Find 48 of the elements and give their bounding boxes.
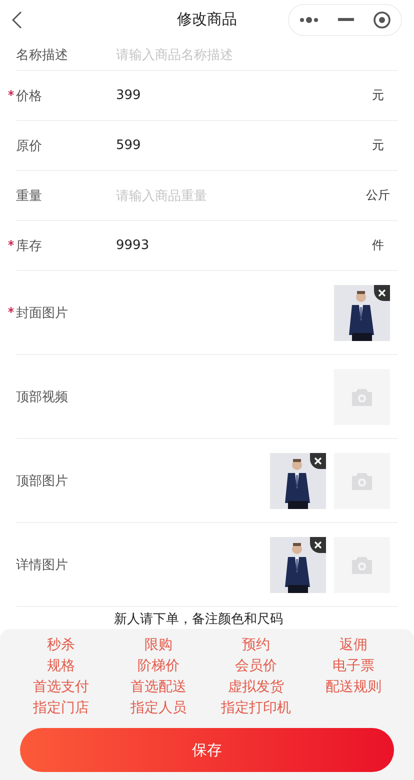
option-link[interactable]: 返佣	[304, 635, 402, 655]
option-link[interactable]: 首选支付	[12, 677, 110, 697]
option-link[interactable]: 会员价	[207, 656, 304, 676]
input-field[interactable]: 请输入商品名称描述	[116, 46, 398, 64]
option-link[interactable]: 指定人员	[110, 698, 207, 718]
page-title: 修改商品	[177, 10, 237, 29]
field-label: 价格	[16, 88, 42, 104]
input-field[interactable]: 9993	[116, 238, 358, 253]
option-link[interactable]: 指定打印机	[207, 698, 304, 718]
option-link[interactable]: 配送规则	[304, 677, 402, 697]
input-field[interactable]: 399	[116, 88, 358, 103]
option-link[interactable]: 秒杀	[12, 635, 110, 655]
camera-icon	[351, 472, 373, 490]
option-link[interactable]: 阶梯价	[110, 656, 207, 676]
option-link[interactable]: 电子票	[304, 656, 402, 676]
delete-button[interactable]	[310, 536, 326, 552]
option-link[interactable]: 限购	[110, 635, 207, 655]
option-link[interactable]: 虚拟发货	[207, 677, 304, 697]
field-label: 顶部视频	[16, 388, 68, 406]
field-label: 原价	[16, 138, 42, 154]
option-link[interactable]: 规格	[12, 656, 110, 676]
option-link[interactable]: 首选配送	[110, 677, 207, 697]
input-field[interactable]: 请输入商品重量	[116, 186, 358, 204]
option-link[interactable]: 指定门店	[12, 698, 110, 718]
description-text: 新人请下单，备注颜色和尺码	[114, 611, 284, 629]
field-label: 封面图片	[16, 304, 68, 322]
field-label: 名称描述	[16, 46, 68, 64]
more-icon[interactable]	[298, 16, 319, 22]
field-label: 顶部图片	[16, 472, 68, 490]
field-label: 库存	[16, 238, 42, 254]
save-button[interactable]: 保存	[20, 728, 394, 772]
camera-icon	[351, 388, 373, 406]
back-icon[interactable]	[12, 10, 22, 28]
minimize-icon[interactable]	[338, 18, 354, 21]
required-icon	[8, 90, 14, 96]
unit-label: 件	[371, 237, 385, 254]
delete-button[interactable]	[374, 284, 390, 300]
delete-button[interactable]	[310, 452, 326, 468]
required-icon	[8, 240, 14, 246]
unit-label: 公斤	[365, 187, 391, 204]
required-icon	[8, 306, 14, 312]
input-field[interactable]: 599	[116, 138, 358, 153]
camera-icon	[351, 556, 373, 574]
unit-label: 元	[371, 137, 385, 154]
field-label: 重量	[16, 188, 42, 204]
option-link[interactable]: 预约	[207, 635, 304, 655]
unit-label: 元	[371, 87, 385, 104]
field-label: 详情图片	[16, 556, 68, 574]
